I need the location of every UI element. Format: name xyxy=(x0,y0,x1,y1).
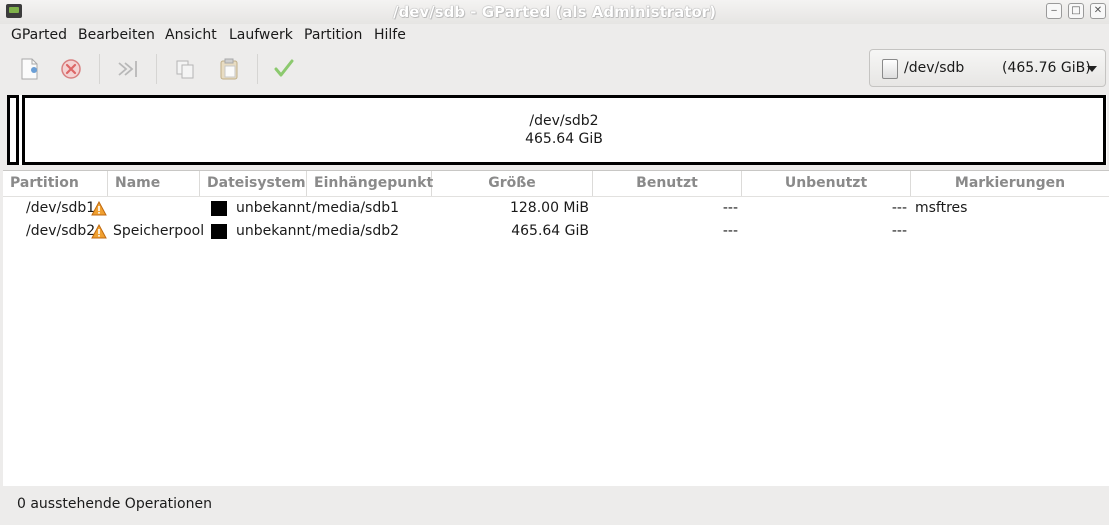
apply-icon xyxy=(274,59,294,77)
disk-partition-map: /dev/sdb2 465.64 GiB xyxy=(7,95,1107,165)
delete-icon xyxy=(61,59,81,79)
cell-size: 465.64 GiB xyxy=(511,223,589,239)
menu-laufwerk[interactable]: Laufwerk xyxy=(229,27,293,43)
table-row[interactable]: /dev/sdb1 unbekannt /media/sdb1 128.00 M… xyxy=(3,197,1109,220)
device-name: /dev/sdb xyxy=(904,60,965,76)
close-button[interactable]: ✕ xyxy=(1090,3,1106,19)
cell-unused: --- xyxy=(891,200,907,216)
menu-ansicht[interactable]: Ansicht xyxy=(165,27,217,43)
filesystem-color-swatch xyxy=(211,201,227,216)
new-document-icon xyxy=(21,58,38,80)
delete-partition-button[interactable] xyxy=(58,56,84,82)
cell-size: 128.00 MiB xyxy=(509,200,589,216)
resize-move-icon xyxy=(118,61,137,77)
cell-flags: msftres xyxy=(915,200,968,216)
cell-name: Speicherpool xyxy=(113,223,205,239)
warning-icon xyxy=(91,201,107,216)
cell-partition: /dev/sdb2 xyxy=(26,223,96,239)
cell-mountpoint: /media/sdb1 xyxy=(312,200,400,216)
column-header-unused[interactable]: Unbenutzt xyxy=(742,171,911,196)
menu-bar: GParted Bearbeiten Ansicht Laufwerk Part… xyxy=(0,24,1109,46)
copy-button[interactable] xyxy=(172,56,198,82)
resize-move-button[interactable] xyxy=(114,56,140,82)
harddisk-icon xyxy=(882,59,898,79)
chevron-down-icon xyxy=(1087,66,1097,72)
paste-button[interactable] xyxy=(216,56,242,82)
copy-icon xyxy=(176,60,194,79)
maximize-button[interactable]: □ xyxy=(1068,3,1084,19)
column-header-size[interactable]: Größe xyxy=(432,171,593,196)
segment-name: /dev/sdb2 xyxy=(529,113,599,129)
partition-segment-sdb2[interactable]: /dev/sdb2 465.64 GiB xyxy=(22,95,1106,165)
toolbar-separator xyxy=(257,54,258,84)
window-title: /dev/sdb - GParted (als Administrator) xyxy=(393,3,716,21)
warning-icon xyxy=(91,224,107,239)
apply-button[interactable] xyxy=(271,56,297,82)
paste-icon xyxy=(220,58,238,80)
cell-filesystem: unbekannt xyxy=(236,223,311,239)
pending-operations-status: 0 ausstehende Operationen xyxy=(17,496,212,512)
column-header-filesystem[interactable]: Dateisystem xyxy=(200,171,307,196)
menu-gparted[interactable]: GParted xyxy=(11,27,67,43)
cell-partition: /dev/sdb1 xyxy=(26,200,96,216)
column-header-partition[interactable]: Partition xyxy=(3,171,108,196)
cell-mountpoint: /media/sdb2 xyxy=(312,223,400,239)
cell-filesystem: unbekannt xyxy=(236,200,311,216)
segment-size: 465.64 GiB xyxy=(525,131,603,147)
menu-bearbeiten[interactable]: Bearbeiten xyxy=(78,27,155,43)
toolbar-separator xyxy=(156,54,157,84)
column-header-mountpoint[interactable]: Einhängepunkt xyxy=(307,171,433,196)
partition-segment-sdb1[interactable] xyxy=(7,95,19,165)
cell-unused: --- xyxy=(891,223,907,239)
new-partition-button[interactable] xyxy=(16,56,42,82)
table-header: Partition Name Dateisystem Einhängepunkt… xyxy=(3,171,1109,197)
filesystem-color-swatch xyxy=(211,224,227,239)
cell-used: --- xyxy=(722,200,738,216)
device-size: (465.76 GiB) xyxy=(1002,60,1091,76)
title-bar[interactable]: /dev/sdb - GParted (als Administrator) ‒… xyxy=(0,0,1109,24)
column-header-used[interactable]: Benutzt xyxy=(593,171,742,196)
column-header-flags[interactable]: Markierungen xyxy=(911,171,1109,196)
table-row[interactable]: /dev/sdb2 Speicherpool unbekannt /media/… xyxy=(3,220,1109,243)
menu-hilfe[interactable]: Hilfe xyxy=(374,27,406,43)
column-header-name[interactable]: Name xyxy=(108,171,200,196)
device-selector[interactable]: /dev/sdb (465.76 GiB) xyxy=(869,49,1106,87)
status-bar: 0 ausstehende Operationen xyxy=(0,486,1109,525)
minimize-button[interactable]: ‒ xyxy=(1046,3,1062,19)
menu-partition[interactable]: Partition xyxy=(304,27,362,43)
toolbar: /dev/sdb (465.76 GiB) xyxy=(0,46,1109,92)
toolbar-separator xyxy=(99,54,100,84)
cell-used: --- xyxy=(722,223,738,239)
partition-table: Partition Name Dateisystem Einhängepunkt… xyxy=(3,170,1109,486)
